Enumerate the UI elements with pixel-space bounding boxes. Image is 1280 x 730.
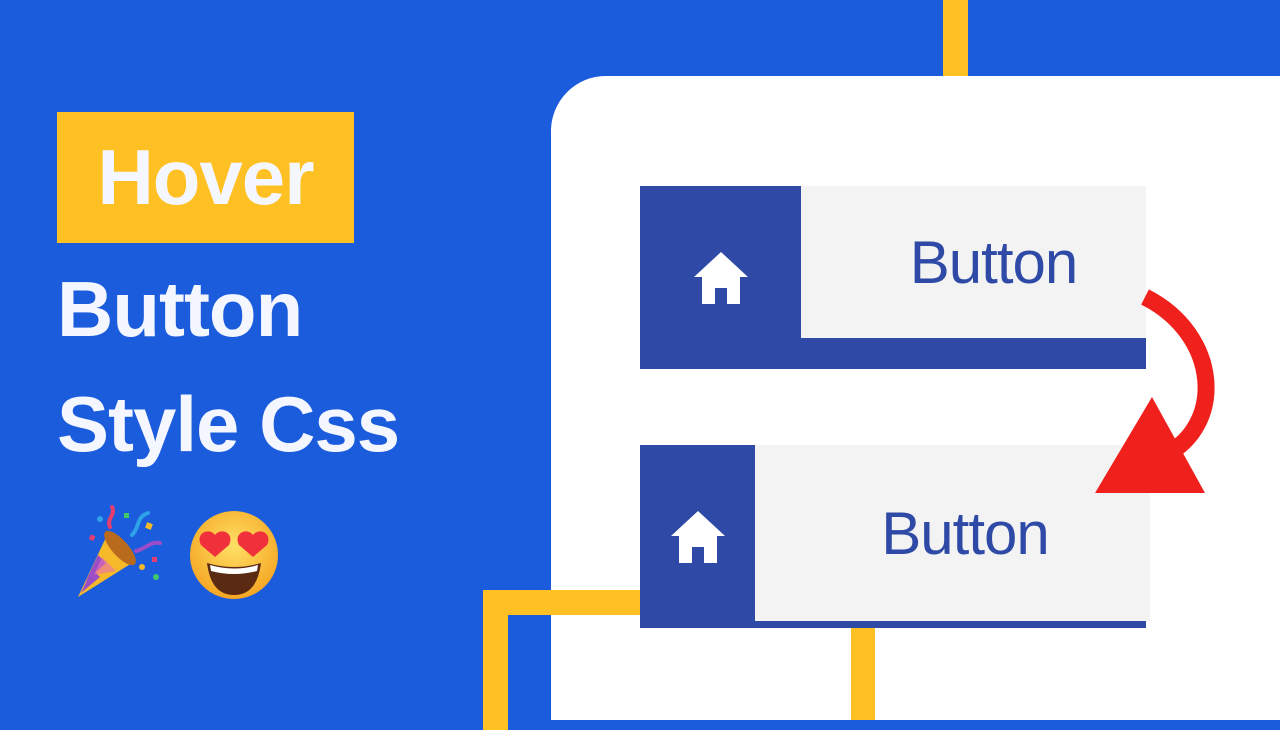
yellow-accent-bar-bottom (851, 628, 875, 720)
title-button: Button (57, 265, 303, 353)
button-label: Button (881, 499, 1049, 567)
button-label: Button (909, 228, 1078, 296)
heart-eyes-emoji (190, 511, 278, 599)
button-icon-box (640, 445, 755, 628)
emoji-row (70, 505, 282, 605)
yellow-accent-bracket (483, 590, 643, 730)
demo-button-hover[interactable]: Button (640, 445, 1150, 628)
home-icon (693, 251, 748, 304)
hover-tag: Hover (57, 112, 354, 243)
party-popper-icon (78, 505, 162, 597)
demo-button-normal[interactable]: Button (640, 186, 1146, 369)
title-hover: Hover (97, 133, 314, 221)
curved-arrow-down-icon (1095, 289, 1215, 493)
yellow-accent-bar-top (943, 0, 968, 76)
title-style-css: Style Css (57, 380, 400, 468)
home-icon (670, 510, 725, 563)
button-icon-box (640, 186, 801, 369)
